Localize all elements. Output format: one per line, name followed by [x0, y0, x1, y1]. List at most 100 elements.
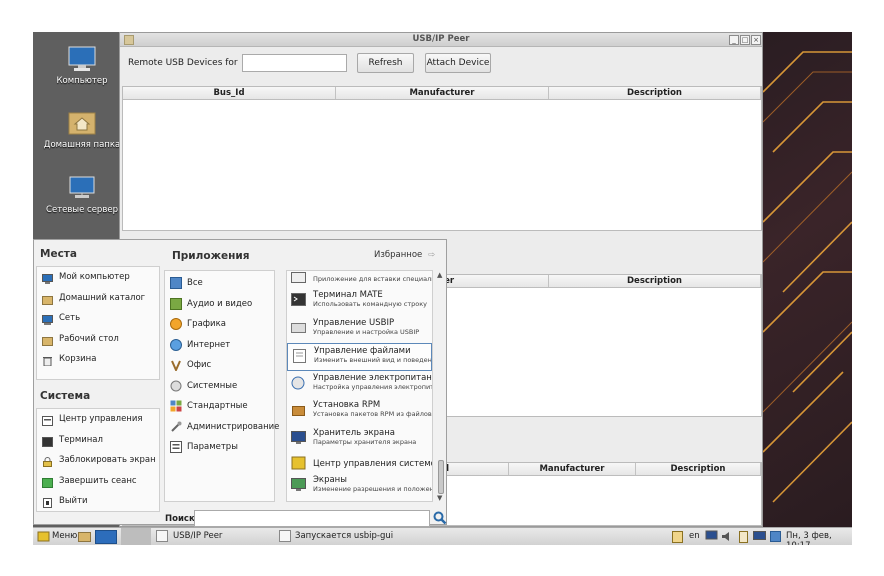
refresh-button[interactable]: Refresh — [357, 53, 414, 73]
places-title: Места — [40, 248, 77, 260]
computer-icon — [42, 272, 53, 284]
update-icon[interactable] — [769, 530, 782, 543]
place-item[interactable]: Домашний каталог — [37, 288, 159, 309]
place-item[interactable]: Сеть — [37, 308, 159, 329]
internet-icon — [170, 338, 182, 351]
scroll-down-icon[interactable]: ▼ — [437, 494, 442, 502]
system-list: Центр управления Терминал Заблокировать … — [36, 408, 160, 512]
app-item[interactable]: Управление электропитаниемНастройка упра… — [287, 371, 432, 399]
close-button[interactable]: × — [751, 35, 761, 45]
display-tray-icon[interactable] — [753, 530, 766, 543]
show-desktop-icon[interactable] — [95, 530, 117, 544]
place-item[interactable]: Корзина — [37, 349, 159, 370]
category-item[interactable]: Системные — [165, 376, 274, 397]
taskbar-launching[interactable]: Запускается usbip-gui — [295, 531, 393, 541]
app-item-selected[interactable]: Управление файлами Изменить внешний вид и… — [287, 343, 432, 371]
system-item[interactable]: Завершить сеанс — [37, 471, 159, 492]
folder-icon — [42, 293, 53, 305]
category-item[interactable]: Аудио и видео — [165, 294, 274, 315]
remote-devices-label: Remote USB Devices for — [128, 58, 238, 68]
multimedia-icon — [170, 297, 182, 310]
clipboard-icon[interactable] — [671, 530, 684, 543]
admin-icon — [170, 421, 182, 433]
file-manager-launcher-icon[interactable] — [78, 530, 91, 543]
app-item[interactable]: Центр управления системой — [287, 453, 432, 473]
desktop-icon-home[interactable]: Домашняя папка — [41, 110, 123, 150]
remote-devices-table[interactable]: Bus_Id Manufacturer Description — [122, 86, 762, 231]
app-item[interactable]: Управление USBIP Управление и настройка U… — [287, 316, 432, 344]
column-header[interactable]: Manufacturer — [509, 463, 636, 475]
system-item[interactable]: Центр управления — [37, 409, 159, 430]
folder-icon — [42, 334, 53, 346]
power-manager-icon — [291, 376, 306, 390]
category-item[interactable]: Все — [165, 273, 274, 294]
network-icon — [42, 313, 53, 325]
minimize-button[interactable]: _ — [729, 35, 739, 45]
terminal-icon — [291, 293, 306, 307]
system-icon — [170, 380, 182, 392]
maximize-button[interactable]: □ — [740, 35, 750, 45]
app-item[interactable]: Приложение для вставки специальн... — [287, 271, 432, 288]
apps-scrollbar[interactable]: ▲ ▼ — [436, 270, 446, 502]
places-list: Мой компьютер Домашний каталог Сеть Рабо… — [36, 266, 160, 380]
power-icon — [42, 496, 53, 508]
clock[interactable]: Пн, 3 фев, 10:17 — [786, 531, 852, 545]
logout-icon — [42, 476, 53, 488]
favorites-link[interactable]: Избранное ⇨ — [374, 250, 435, 260]
toolbar: Remote USB Devices for Refresh Attach De… — [120, 47, 762, 79]
home-folder-icon — [67, 110, 97, 136]
notes-icon[interactable] — [737, 530, 750, 543]
host-input[interactable] — [242, 54, 347, 72]
category-item[interactable]: Офис — [165, 355, 274, 376]
display-icon — [291, 478, 306, 492]
window-icon — [279, 530, 291, 542]
system-item[interactable]: Заблокировать экран — [37, 450, 159, 471]
screensaver-icon — [291, 430, 306, 445]
system-title: Система — [40, 390, 91, 402]
column-header[interactable]: Description — [549, 275, 761, 287]
place-item[interactable]: Мой компьютер — [37, 267, 159, 288]
categories-list: Все Аудио и видео Графика Интернет Офис … — [164, 270, 279, 502]
search-input[interactable] — [194, 510, 430, 527]
column-header[interactable]: Description — [636, 463, 761, 475]
apps-list[interactable]: Приложение для вставки специальн... Терм… — [286, 270, 433, 502]
desktop-icon-computer[interactable]: Компьютер — [41, 46, 123, 86]
taskbar-usbip-peer[interactable]: USB/IP Peer — [173, 531, 222, 541]
category-item[interactable]: Интернет — [165, 335, 274, 356]
category-item[interactable]: Графика — [165, 314, 274, 335]
system-item[interactable]: Выйти — [37, 491, 159, 512]
office-icon — [170, 359, 182, 373]
control-center-icon — [42, 414, 53, 426]
app-item[interactable]: Терминал MATE Использовать командную стро… — [287, 288, 432, 316]
category-item[interactable]: Стандартные — [165, 396, 274, 417]
window-titlebar[interactable]: USB/IP Peer _ □ × — [120, 33, 762, 47]
file-manager-icon — [292, 349, 307, 363]
column-header[interactable]: Bus_Id — [123, 87, 336, 99]
volume-icon[interactable] — [721, 530, 734, 543]
keyboard-layout[interactable]: en — [689, 531, 700, 541]
menu-button[interactable]: Меню — [52, 531, 77, 541]
place-item[interactable]: Рабочий стол — [37, 329, 159, 350]
column-header[interactable]: Manufacturer — [336, 87, 549, 99]
graphics-icon — [170, 318, 182, 330]
scroll-up-icon[interactable]: ▲ — [437, 271, 442, 279]
category-item[interactable]: Администрирование — [165, 417, 279, 438]
applications-title: Приложения — [172, 250, 250, 262]
scrollbar-thumb[interactable] — [438, 460, 444, 494]
column-header[interactable]: Description — [549, 87, 761, 99]
search-icon[interactable] — [433, 511, 447, 525]
attach-device-button[interactable]: Attach Device — [425, 53, 491, 73]
char-map-icon — [291, 272, 306, 286]
app-item[interactable]: Экраны Изменение разрешения и положени... — [287, 473, 432, 501]
desktop-icon-network[interactable]: Сетевые сервер — [41, 175, 123, 215]
bottom-panel: Меню USB/IP Peer Запускается usbip-gui e… — [33, 527, 852, 545]
network-status-icon[interactable] — [705, 530, 718, 543]
system-item[interactable]: Терминал — [37, 430, 159, 451]
network-icon — [67, 175, 97, 201]
settings-icon — [170, 441, 182, 453]
workspace-switcher[interactable] — [121, 528, 151, 545]
app-item[interactable]: Хранитель экрана Параметры хранителя экра… — [287, 426, 432, 454]
category-item[interactable]: Параметры — [165, 437, 274, 458]
app-item[interactable]: Установка RPM Установка пакетов RPM из фа… — [287, 398, 432, 426]
menu-icon — [37, 530, 50, 543]
